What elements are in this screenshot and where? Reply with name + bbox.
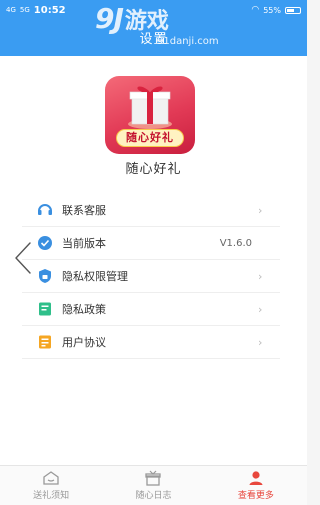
- person-icon: [249, 471, 263, 485]
- menu-item-contact-support[interactable]: 联系客服 ›: [22, 194, 280, 227]
- status-left: 4G 5G 10:52: [6, 5, 66, 16]
- tab-label: 送礼须知: [33, 491, 70, 501]
- chevron-right-icon: ›: [258, 269, 263, 283]
- menu-item-label: 隐私政策: [62, 303, 106, 316]
- tab-see-more[interactable]: 查看更多: [205, 466, 307, 505]
- chevron-right-icon: ›: [258, 203, 263, 217]
- tab-label: 查看更多: [237, 491, 274, 501]
- app-screen: 4G 5G 10:52 ◠ 55% 9J游戏 91danji.com 设置 随心…: [0, 0, 307, 505]
- settings-menu: 联系客服 › 当前版本 V1.6.0 隐私权限管理 › 隐私政策 › 用户协议 …: [22, 194, 280, 359]
- status-time: 10:52: [33, 4, 66, 16]
- agreement-doc-icon: [39, 335, 51, 349]
- version-value: V1.6.0: [219, 237, 252, 249]
- gift-icon: [128, 86, 172, 129]
- menu-item-user-agreement[interactable]: 用户协议 ›: [22, 326, 280, 359]
- privacy-lock-icon: [39, 269, 51, 283]
- app-icon-label: 随心好礼: [116, 129, 184, 147]
- menu-item-current-version[interactable]: 当前版本 V1.6.0: [22, 227, 280, 260]
- gift-box-icon: [145, 470, 162, 486]
- app-name: 随心好礼: [125, 162, 182, 177]
- tab-label: 随心日志: [135, 491, 172, 501]
- app-icon: 随心好礼: [105, 76, 195, 154]
- tab-gift-notes[interactable]: 送礼须知: [0, 466, 102, 505]
- menu-item-label: 当前版本: [62, 237, 106, 250]
- policy-doc-icon: [39, 302, 51, 316]
- menu-item-privacy-policy[interactable]: 隐私政策 ›: [22, 293, 280, 326]
- version-check-icon: [38, 236, 52, 250]
- chevron-right-icon: ›: [258, 302, 263, 316]
- menu-item-label: 隐私权限管理: [62, 270, 128, 283]
- menu-item-label: 联系客服: [62, 204, 106, 217]
- menu-item-privacy-permissions[interactable]: 隐私权限管理 ›: [22, 260, 280, 293]
- page-title: 设置: [139, 32, 168, 47]
- status-right: ◠ 55%: [251, 5, 301, 15]
- wifi-icon: ◠: [251, 5, 260, 15]
- menu-item-label: 用户协议: [62, 336, 106, 349]
- headset-icon: [38, 204, 52, 215]
- home-icon: [43, 471, 59, 485]
- signal-4g-icon: 4G: [6, 6, 16, 14]
- chevron-right-icon: ›: [258, 335, 263, 349]
- bottom-tab-bar: 送礼须知 随心日志 查看更多: [0, 465, 307, 505]
- battery-percent: 55%: [263, 5, 281, 15]
- top-bar: 4G 5G 10:52 ◠ 55% 9J游戏 91danji.com 设置: [0, 0, 307, 56]
- signal-5g-icon: 5G: [19, 6, 30, 14]
- tab-journal[interactable]: 随心日志: [102, 466, 204, 505]
- battery-icon: [285, 6, 301, 14]
